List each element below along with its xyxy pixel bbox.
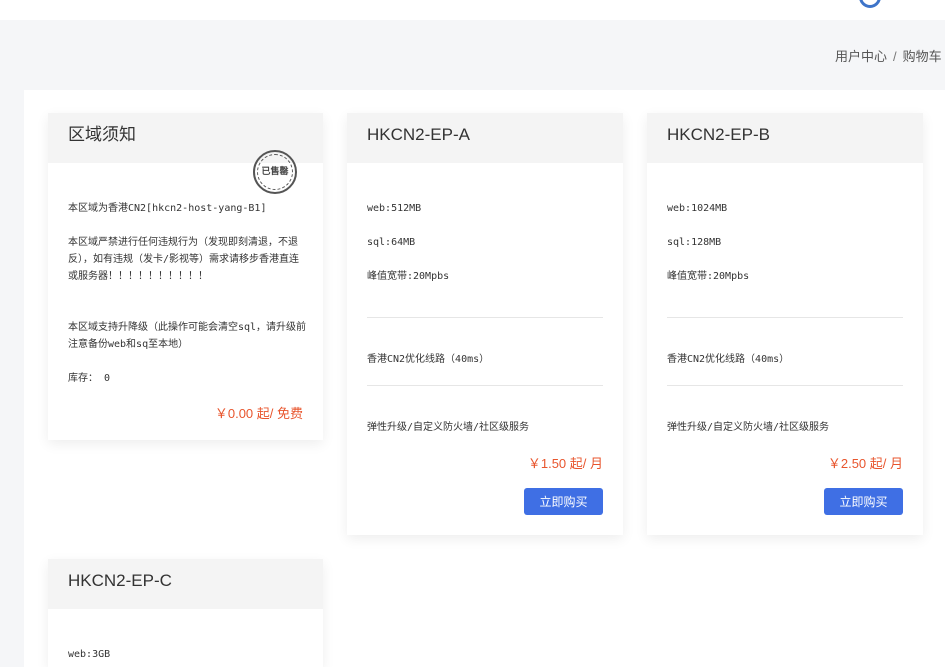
- region-price: ￥0.00 起/ 免费: [214, 406, 303, 421]
- product-a-divider-2: [367, 385, 603, 386]
- product-a-spec-web: web:512MB: [367, 203, 422, 214]
- user-avatar-icon[interactable]: [859, 0, 881, 8]
- product-a-divider-1: [367, 317, 603, 318]
- product-b-header: HKCN2-EP-B: [647, 113, 923, 163]
- product-b-spec-web: web:1024MB: [667, 203, 728, 214]
- stock-line: 库存： 0: [68, 370, 110, 387]
- breadcrumb-separator: /: [893, 49, 897, 64]
- product-a-features: 弹性升级/自定义防火墙/社区级服务: [367, 422, 530, 433]
- product-a-spec-sql: sql:64MB: [367, 237, 416, 248]
- product-b-price: ￥2.50 起/ 月: [827, 456, 903, 471]
- product-a-price: ￥1.50 起/ 月: [527, 456, 603, 471]
- product-b-spec-bandwidth: 峰值宽带:20Mpbs: [667, 271, 750, 282]
- product-card-c: HKCN2-EP-C web:3GB: [48, 559, 323, 667]
- product-b-divider-1: [667, 317, 903, 318]
- region-notice-title: 区域须知: [68, 125, 136, 144]
- stock-label: 库存：: [68, 373, 98, 384]
- product-b-spec-sql: sql:128MB: [667, 237, 722, 248]
- product-c-spec-web: web:3GB: [68, 649, 111, 660]
- product-a-spec-bandwidth: 峰值宽带:20Mpbs: [367, 271, 450, 282]
- product-a-buy-button[interactable]: 立即购买: [524, 488, 603, 515]
- stock-value: 0: [104, 373, 111, 384]
- breadcrumb: 用户中心 / 购物车: [835, 46, 945, 65]
- notice-paragraph-1: 本区域为香港CN2[hkcn2-host-yang-B1]: [68, 203, 267, 214]
- product-card-a: HKCN2-EP-A web:512MB sql:64MB 峰值宽带:20Mpb…: [347, 113, 623, 535]
- notice-paragraph-2: 本区域严禁进行任何违规行为（发现即刻清退，不退反），如有违规（发卡/影视等）需求…: [68, 237, 300, 282]
- breadcrumb-current: 购物车: [902, 49, 942, 64]
- sold-out-stamp-text: 已售罄: [257, 154, 293, 190]
- top-nav-bar: [0, 0, 945, 20]
- product-b-features: 弹性升级/自定义防火墙/社区级服务: [667, 422, 830, 433]
- content-panel: 区域须知 已售罄 本区域为香港CN2[hkcn2-host-yang-B1] 本…: [24, 90, 945, 667]
- product-card-b: HKCN2-EP-B web:1024MB sql:128MB 峰值宽带:20M…: [647, 113, 923, 535]
- product-b-buy-button[interactable]: 立即购买: [824, 488, 903, 515]
- region-notice-card: 区域须知 已售罄 本区域为香港CN2[hkcn2-host-yang-B1] 本…: [48, 113, 323, 440]
- product-c-name: HKCN2-EP-C: [68, 571, 172, 590]
- product-a-route: 香港CN2优化线路（40ms）: [367, 354, 490, 365]
- product-c-header: HKCN2-EP-C: [48, 559, 323, 609]
- region-notice-header: 区域须知 已售罄: [48, 113, 323, 194]
- sold-out-stamp-icon: 已售罄: [253, 150, 297, 194]
- product-a-name: HKCN2-EP-A: [367, 125, 470, 144]
- notice-paragraph-3: 本区域支持升降级（此操作可能会清空sql，请升级前注意备份web和sq至本地）: [68, 322, 307, 350]
- product-a-header: HKCN2-EP-A: [347, 113, 623, 163]
- product-b-divider-2: [667, 385, 903, 386]
- breadcrumb-home-link[interactable]: 用户中心: [835, 49, 887, 64]
- product-b-route: 香港CN2优化线路（40ms）: [667, 354, 790, 365]
- product-b-name: HKCN2-EP-B: [667, 125, 770, 144]
